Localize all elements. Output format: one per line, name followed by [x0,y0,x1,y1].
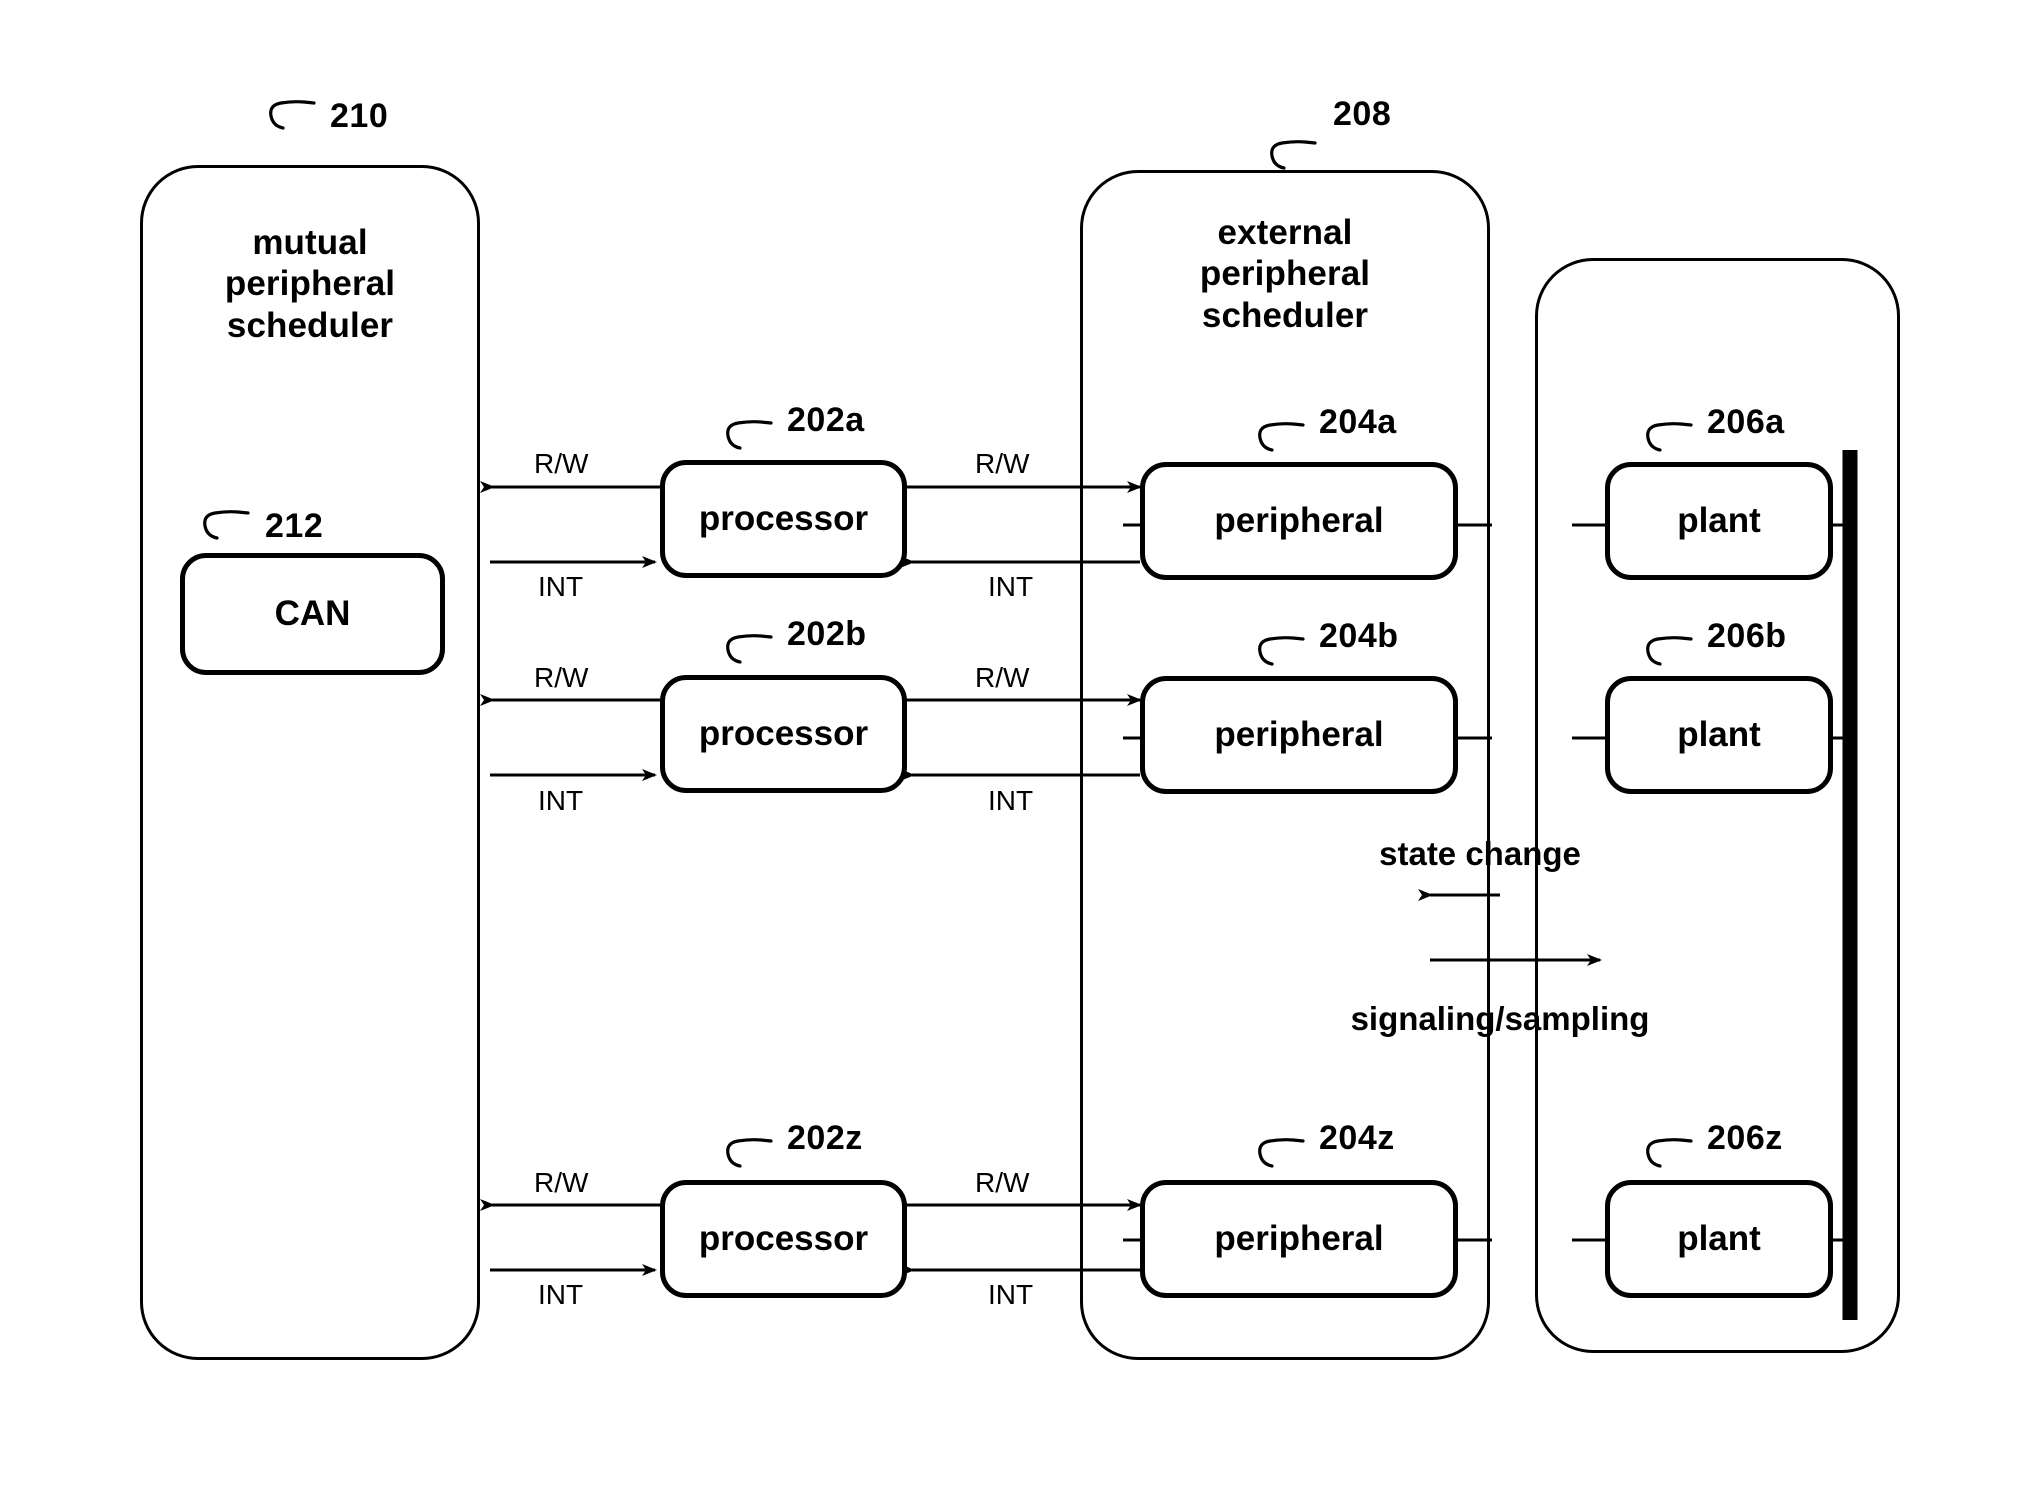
ref-202a: 202a [787,401,865,439]
box-peripheral-204a[interactable]: peripheral [1140,462,1458,580]
box-processor-202a[interactable]: processor [660,460,907,578]
signal-rw-a-right: R/W [975,448,1030,479]
ref-206z: 206z [1707,1119,1783,1157]
lead-202b [726,634,773,664]
signal-int-a-left: INT [538,571,584,602]
ref-212: 212 [265,507,324,545]
title-line-1: external [1217,213,1353,252]
box-peripheral-label: peripheral [1214,1219,1384,1258]
box-processor-label: processor [698,499,869,538]
box-peripheral-204b[interactable]: peripheral [1140,676,1458,794]
ref-204b: 204b [1319,617,1399,655]
ref-202z: 202z [787,1119,863,1157]
box-plant-label: plant [1677,501,1761,540]
box-processor-label: processor [698,714,869,753]
signal-rw-a-left: R/W [534,448,589,479]
title-line-3: scheduler [226,305,394,345]
box-processor-202b[interactable]: processor [660,675,907,793]
box-processor-label: processor [698,1219,869,1258]
ref-206b: 206b [1707,617,1787,655]
box-plant-label: plant [1677,715,1761,754]
ref-210: 210 [330,97,389,135]
lead-202z [726,1138,773,1168]
box-peripheral-label: peripheral [1214,501,1384,540]
box-plant-206a[interactable]: plant [1605,462,1833,580]
title-mutual-peripheral-scheduler: mutual peripheral scheduler [140,222,480,346]
lead-202a [726,420,773,450]
legend-state-change-label: state change [1379,835,1581,872]
signal-rw-b-left: R/W [534,662,589,693]
patent-figure: mutual peripheral scheduler external periph… [0,0,2032,1506]
signal-int-a-right: INT [988,571,1034,602]
signal-int-b-left: INT [538,785,584,816]
title-line-2: peripheral [1199,254,1371,294]
signal-int-b-right: INT [988,785,1034,816]
signal-int-z-left: INT [538,1279,584,1310]
lead-208 [1270,140,1317,170]
ref-202b: 202b [787,615,867,653]
box-processor-202z[interactable]: processor [660,1180,907,1298]
signal-rw-z-left: R/W [534,1167,589,1198]
title-external-peripheral-scheduler: external peripheral scheduler [1080,212,1490,336]
title-line-1: mutual [252,223,368,262]
box-peripheral-label: peripheral [1214,715,1384,754]
box-plant-label: plant [1677,1219,1761,1258]
ref-204a: 204a [1319,403,1397,441]
ref-208: 208 [1333,95,1392,133]
title-line-2: peripheral [224,264,396,304]
signal-rw-z-right: R/W [975,1167,1030,1198]
ref-206a: 206a [1707,403,1785,441]
lead-210 [269,100,316,130]
box-plant-206b[interactable]: plant [1605,676,1833,794]
box-can[interactable]: CAN [180,553,445,675]
title-line-3: scheduler [1201,295,1369,335]
legend-signaling-sampling-label: signaling/sampling [1350,1000,1650,1037]
signal-int-z-right: INT [988,1279,1034,1310]
ref-204z: 204z [1319,1119,1395,1157]
box-can-label: CAN [274,594,351,633]
signal-rw-b-right: R/W [975,662,1030,693]
box-plant-206z[interactable]: plant [1605,1180,1833,1298]
box-peripheral-204z[interactable]: peripheral [1140,1180,1458,1298]
